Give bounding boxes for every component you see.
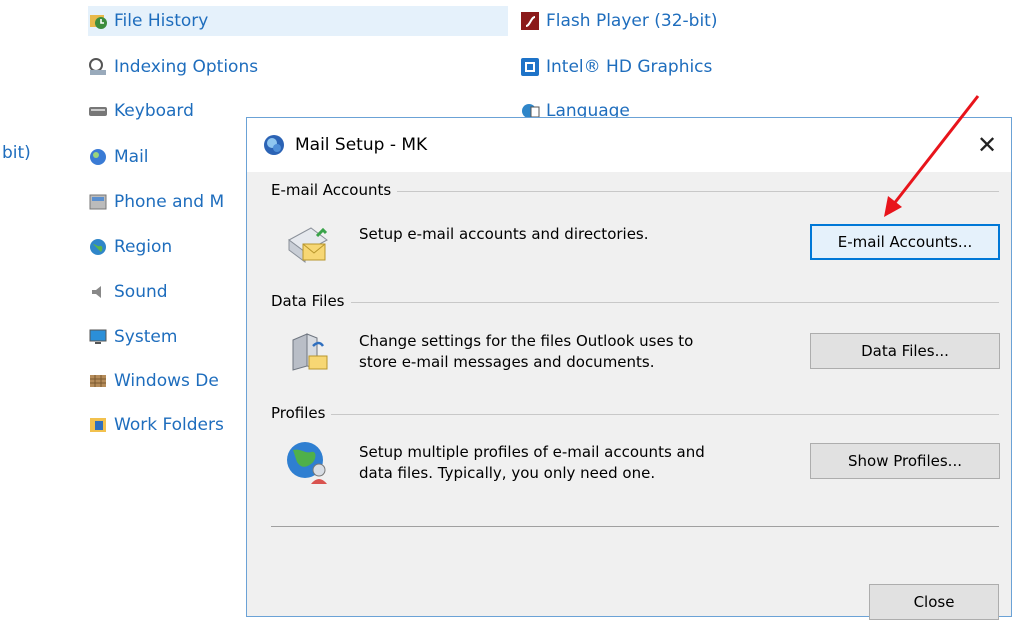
data-files-description-line2: store e-mail messages and documents. bbox=[359, 353, 655, 371]
mail-icon bbox=[90, 149, 106, 165]
cp-item-label: Work Folders bbox=[114, 415, 224, 435]
keyboard-icon bbox=[89, 107, 107, 116]
file-history-icon bbox=[90, 15, 107, 29]
sound-icon bbox=[92, 286, 101, 298]
windows-defender-icon bbox=[90, 375, 106, 387]
cp-item-label: System bbox=[114, 327, 178, 347]
profiles-description-line2: data files. Typically, you only need one… bbox=[359, 464, 656, 482]
cp-item-label: File History bbox=[114, 11, 209, 31]
phone-modem-icon bbox=[89, 194, 107, 210]
profiles-description-line1: Setup multiple profiles of e-mail accoun… bbox=[359, 443, 705, 461]
email-accounts-icon bbox=[288, 227, 328, 263]
cp-item-windows-defender[interactable]: Windows De bbox=[88, 366, 219, 396]
profiles-group-line bbox=[271, 414, 999, 415]
profiles-group-title: Profiles bbox=[271, 404, 332, 422]
indexing-options-icon bbox=[89, 58, 106, 75]
cp-item-label: Indexing Options bbox=[114, 57, 259, 77]
email-accounts-description: Setup e-mail accounts and directories. bbox=[359, 225, 649, 243]
cp-item-indexing-options[interactable]: Indexing Options bbox=[88, 52, 258, 82]
intel-graphics-icon bbox=[521, 58, 539, 76]
data-files-group-title: Data Files bbox=[271, 292, 351, 310]
cp-item-region[interactable]: Region bbox=[88, 232, 172, 262]
region-icon bbox=[90, 239, 106, 255]
cp-item-system[interactable]: System bbox=[88, 322, 177, 352]
mail-app-icon bbox=[264, 135, 284, 155]
cp-item-label: Intel® HD Graphics bbox=[546, 57, 713, 77]
dialog-titlebar[interactable]: Mail Setup - MK ✕ bbox=[247, 118, 1011, 172]
work-folders-icon bbox=[90, 418, 106, 432]
cp-item-intel-graphics[interactable]: Intel® HD Graphics bbox=[520, 52, 712, 82]
cp-item-label: Windows De bbox=[114, 371, 219, 391]
data-files-group-line bbox=[271, 302, 999, 303]
partial-item-label: bit) bbox=[2, 143, 31, 163]
data-files-button[interactable]: Data Files... bbox=[810, 333, 1000, 369]
data-files-icon bbox=[292, 333, 328, 371]
cp-item-label: Flash Player (32-bit) bbox=[546, 11, 718, 31]
profiles-icon bbox=[287, 442, 327, 484]
close-button[interactable]: Close bbox=[869, 584, 999, 620]
show-profiles-button[interactable]: Show Profiles... bbox=[810, 443, 1000, 479]
email-accounts-group-title: E-mail Accounts bbox=[271, 181, 398, 199]
system-icon bbox=[89, 329, 107, 344]
cp-item-keyboard[interactable]: Keyboard bbox=[88, 96, 194, 126]
cp-item-label: Keyboard bbox=[114, 101, 194, 121]
email-accounts-button[interactable]: E-mail Accounts... bbox=[810, 224, 1000, 260]
dialog-title: Mail Setup - MK bbox=[295, 135, 428, 155]
cp-item-sound[interactable]: Sound bbox=[88, 277, 168, 307]
mail-setup-dialog: Mail Setup - MK ✕ E-mail Accounts Setup … bbox=[246, 117, 1012, 620]
cp-item-label: Phone and M bbox=[114, 192, 225, 212]
flash-player-icon bbox=[521, 12, 539, 30]
cp-item-phone-and-modem[interactable]: Phone and M bbox=[88, 187, 224, 217]
footer-separator bbox=[271, 526, 999, 527]
cp-item-file-history[interactable]: File History bbox=[88, 6, 508, 36]
cp-item-label: Sound bbox=[114, 282, 168, 302]
cp-item-label: Region bbox=[114, 237, 173, 257]
cp-item-work-folders[interactable]: Work Folders bbox=[88, 410, 224, 440]
cp-item-mail[interactable]: Mail bbox=[88, 142, 149, 172]
cp-item-flash-player[interactable]: Flash Player (32-bit) bbox=[520, 6, 717, 36]
cp-item-label: Mail bbox=[114, 147, 149, 167]
close-icon[interactable]: ✕ bbox=[967, 126, 1007, 164]
data-files-description-line1: Change settings for the files Outlook us… bbox=[359, 332, 694, 350]
